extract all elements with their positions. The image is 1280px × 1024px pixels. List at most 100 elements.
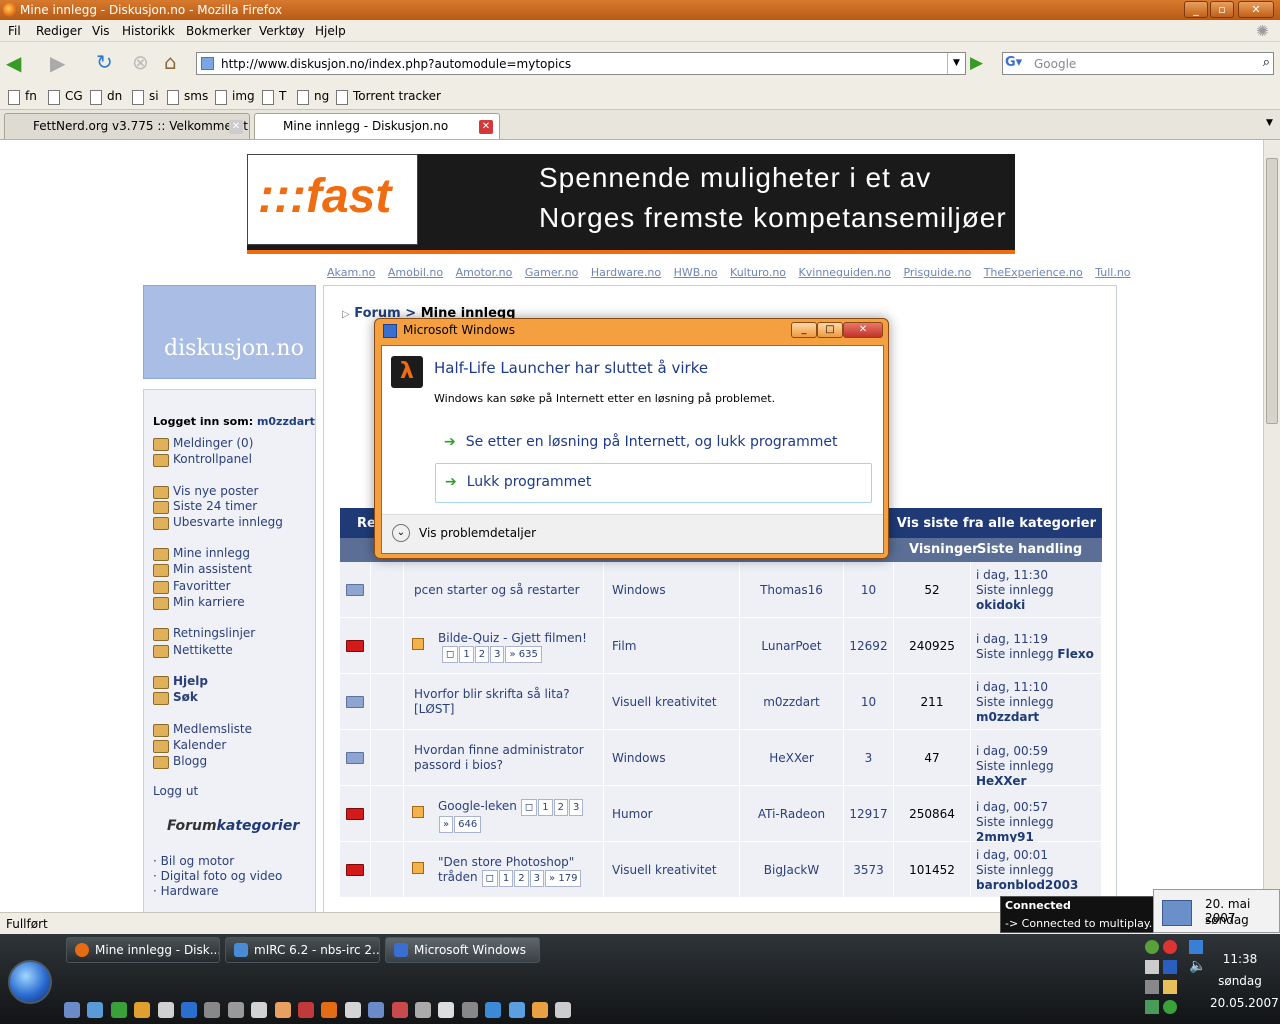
page-link[interactable]: 3 xyxy=(529,870,545,887)
forum-link[interactable]: Visuell kreativitet xyxy=(612,695,747,710)
link-amotor[interactable]: Amotor.no xyxy=(456,266,513,279)
quick-launch-icon[interactable] xyxy=(181,1002,197,1018)
last-poster-link[interactable]: Flexo xyxy=(1057,647,1093,661)
quick-launch-icon[interactable] xyxy=(274,1002,291,1018)
page-link[interactable]: » 179 xyxy=(545,870,582,887)
page-link[interactable]: 3 xyxy=(568,799,584,816)
page-link[interactable]: 2 xyxy=(474,646,490,663)
author-link[interactable]: BigJackW xyxy=(740,863,843,878)
bookmark-ng[interactable]: ng xyxy=(297,89,329,105)
last-poster-link[interactable]: baronblod2003 xyxy=(976,878,1078,892)
quick-launch-icon[interactable] xyxy=(368,1002,385,1018)
author-link[interactable]: m0zzdart xyxy=(740,695,843,710)
link-kulturo[interactable]: Kulturo.no xyxy=(730,266,786,279)
link-hardware[interactable]: Hardware.no xyxy=(591,266,661,279)
quick-launch-icon[interactable] xyxy=(415,1002,431,1018)
author-link[interactable]: LunarPoet xyxy=(740,639,843,654)
topic-title-link[interactable]: Hvorfor blir skrifta så lita?[LØST] xyxy=(414,687,570,716)
dialog-close-button[interactable]: ✕ xyxy=(843,322,883,338)
author-link[interactable]: ATi-Radeon xyxy=(740,807,843,822)
scrollbar-thumb[interactable] xyxy=(1266,158,1278,424)
col-last-action[interactable]: Siste handling xyxy=(977,542,1082,557)
tab-fettnerd[interactable]: FettNerd.org v3.775 :: Velkommen t... ✕ xyxy=(4,113,250,139)
menu-verktoy[interactable]: Verktøy xyxy=(259,24,305,38)
logout-link[interactable]: Logg ut xyxy=(153,784,198,798)
author-link[interactable]: Thomas16 xyxy=(740,583,843,598)
username-link[interactable]: m0zzdart xyxy=(257,415,315,428)
sidebar-item-favoritter[interactable]: Favoritter xyxy=(153,579,231,594)
sidebar-item-hjelp[interactable]: Hjelp xyxy=(153,674,208,689)
bookmark-cg[interactable]: CG xyxy=(48,89,83,105)
category-foto[interactable]: · Digital foto og video xyxy=(153,869,282,883)
taskbar-firefox[interactable]: Mine innlegg - Disk... xyxy=(66,937,220,963)
menu-vis[interactable]: Vis xyxy=(92,24,110,38)
vertical-scrollbar[interactable] xyxy=(1263,140,1280,912)
maximize-button[interactable]: ▫ xyxy=(1210,1,1234,18)
taskbar-microsoft-windows[interactable]: Microsoft Windows xyxy=(385,937,540,963)
bluetooth-icon[interactable] xyxy=(1163,960,1177,974)
stop-icon[interactable]: ⊗ xyxy=(132,52,149,72)
close-window-button[interactable]: ✕ xyxy=(1238,1,1274,18)
sidebar-item-kalender[interactable]: Kalender xyxy=(153,738,226,753)
last-poster-link[interactable]: m0zzdart xyxy=(976,710,1039,724)
col-views[interactable]: Visninger xyxy=(909,542,979,557)
page-link[interactable]: » 635 xyxy=(505,646,542,663)
tray-icon-2[interactable] xyxy=(1163,940,1177,954)
menu-rediger[interactable]: Rediger xyxy=(36,24,82,38)
bookmark-torrent-tracker[interactable]: Torrent tracker xyxy=(336,89,441,105)
author-link[interactable]: HeXXer xyxy=(740,751,843,766)
quick-launch-icon[interactable] xyxy=(532,1002,548,1018)
network-icon[interactable] xyxy=(1189,940,1203,954)
tab-mine-innlegg[interactable]: Mine innlegg - Diskusjon.no ✕ xyxy=(254,113,500,139)
bookmark-dn[interactable]: dn xyxy=(90,89,122,105)
page-link[interactable]: 3 xyxy=(490,646,505,663)
topic-title-link[interactable]: Bilde-Quiz - Gjett filmen! xyxy=(438,631,587,645)
quick-launch-icon[interactable] xyxy=(438,1002,455,1018)
tray-icon-1[interactable] xyxy=(1145,940,1159,954)
show-all-categories-link[interactable]: Vis siste fra alle kategorier xyxy=(897,516,1096,531)
url-bar[interactable]: http://www.diskusjon.no/index.php?automo… xyxy=(196,52,966,75)
quick-launch-icon[interactable] xyxy=(110,1002,127,1018)
check-online-solution-button[interactable]: ➔ Se etter en løsning på Internett, og lu… xyxy=(444,434,837,450)
sidebar-item-blogg[interactable]: Blogg xyxy=(153,754,207,769)
expand-details-icon[interactable]: ⌄ xyxy=(392,524,410,542)
link-kvinneguiden[interactable]: Kvinneguiden.no xyxy=(799,266,891,279)
connection-notification[interactable]: Connected -> Connected to multiplay.uk.q xyxy=(1000,896,1176,933)
link-amobil[interactable]: Amobil.no xyxy=(388,266,443,279)
link-hwb[interactable]: HWB.no xyxy=(674,266,718,279)
quick-launch-icon[interactable] xyxy=(157,1002,174,1018)
forum-link[interactable]: Film xyxy=(612,639,747,654)
quick-launch-icon[interactable] xyxy=(485,1002,502,1018)
sidebar-item-retningslinjer[interactable]: Retningslinjer xyxy=(153,626,255,641)
search-icon[interactable]: ⌕ xyxy=(1263,55,1270,70)
quick-launch-icon[interactable] xyxy=(508,1002,525,1018)
page-link[interactable]: 1 xyxy=(538,799,553,816)
page-link[interactable]: » xyxy=(439,816,454,833)
quick-launch-icon[interactable] xyxy=(204,1002,221,1018)
quick-launch-icon[interactable] xyxy=(64,1002,80,1018)
back-icon[interactable]: ◀ xyxy=(6,53,21,73)
reload-icon[interactable]: ↻ xyxy=(96,52,113,72)
topic-title-link[interactable]: Google-leken xyxy=(438,799,517,813)
close-program-button[interactable]: ➔ Lukk programmet xyxy=(435,463,872,503)
link-akam[interactable]: Akam.no xyxy=(327,266,375,279)
home-icon[interactable]: ⌂ xyxy=(164,52,177,72)
tab-close-icon[interactable]: ✕ xyxy=(479,120,493,134)
sidebar-item-siste-24-timer[interactable]: Siste 24 timer xyxy=(153,499,257,514)
dialog-maximize-button[interactable]: □ xyxy=(817,322,843,338)
link-tull[interactable]: Tull.no xyxy=(1095,266,1130,279)
quick-launch-icon[interactable] xyxy=(461,1002,478,1018)
sidebar-item-sok[interactable]: Søk xyxy=(153,690,198,705)
topic-title-link[interactable]: pcen starter og så restarter xyxy=(414,583,580,597)
category-bil[interactable]: · Bil og motor xyxy=(153,854,234,868)
menu-hjelp[interactable]: Hjelp xyxy=(315,24,346,38)
url-dropdown-icon[interactable]: ▼ xyxy=(947,53,965,74)
tray-icon-5[interactable] xyxy=(1163,980,1177,994)
sidebar-item-min-karriere[interactable]: Min karriere xyxy=(153,595,245,610)
quick-launch-icon[interactable] xyxy=(321,1002,338,1018)
forum-link[interactable]: Windows xyxy=(612,751,747,766)
tray-icon-6[interactable] xyxy=(1145,1000,1159,1014)
sidebar-item-medlemsliste[interactable]: Medlemsliste xyxy=(153,722,252,737)
volume-icon[interactable]: 🔈 xyxy=(1189,958,1206,974)
tab-close-icon[interactable]: ✕ xyxy=(229,120,243,134)
